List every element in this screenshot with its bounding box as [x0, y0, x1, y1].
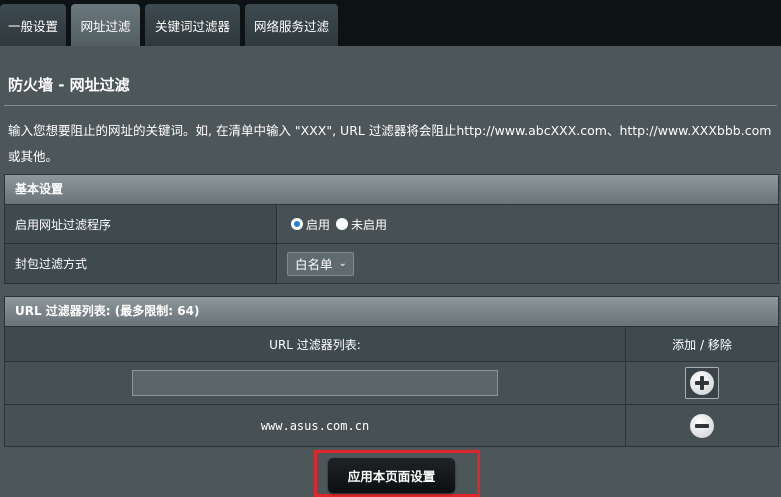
remove-url-button[interactable] — [690, 413, 714, 438]
url-entry-text: www.asus.com.cn — [260, 418, 370, 433]
tab-general[interactable]: 一般设置 — [0, 4, 66, 46]
chevron-down-icon: ⌄ — [338, 258, 347, 269]
radio-enable-label[interactable]: 启用 — [306, 216, 330, 233]
filter-mode-cell: 白名单 ⌄ — [276, 244, 778, 283]
url-filter-column-header: URL 过滤器列表: 添加 / 移除 — [5, 326, 778, 361]
add-cell — [625, 362, 778, 404]
column-add-remove: 添加 / 移除 — [625, 327, 778, 361]
url-input-row — [5, 361, 778, 404]
filter-mode-row: 封包过滤方式 白名单 ⌄ — [5, 243, 778, 283]
url-input[interactable] — [132, 370, 498, 396]
table-row: www.asus.com.cn — [5, 404, 778, 446]
tab-keyword-filter[interactable]: 关键词过滤器 — [145, 4, 240, 46]
tab-bar: 一般设置 网址过滤 关键词过滤器 网络服务过滤 — [0, 0, 781, 46]
minus-circle-icon — [695, 423, 709, 428]
tab-url-filter[interactable]: 网址过滤 — [71, 4, 140, 46]
filter-mode-select[interactable]: 白名单 ⌄ — [287, 251, 354, 276]
enable-url-filter-row: 启用网址过滤程序 启用 未启用 — [5, 204, 778, 243]
basic-settings-header: 基本设置 — [5, 175, 778, 204]
filter-mode-value: 白名单 — [295, 257, 333, 272]
radio-disable[interactable] — [336, 218, 349, 230]
tab-network-service-filter[interactable]: 网络服务过滤 — [245, 4, 338, 46]
filter-mode-label: 封包过滤方式 — [5, 244, 276, 283]
enable-url-filter-options: 启用 未启用 — [276, 205, 778, 243]
page-description: 输入您想要阻止的网址的关键词。如, 在清单中输入 "XXX", URL 过滤器将… — [8, 123, 772, 164]
enable-url-filter-label: 启用网址过滤程序 — [5, 205, 276, 243]
apply-settings-button[interactable]: 应用本页面设置 — [328, 458, 455, 493]
url-entry-cell: www.asus.com.cn — [5, 405, 625, 446]
plus-circle-icon — [690, 371, 714, 395]
url-filter-list-table: URL 过滤器列表: (最多限制: 64) URL 过滤器列表: 添加 / 移除… — [4, 296, 779, 447]
basic-settings-table: 基本设置 启用网址过滤程序 启用 未启用 封包过滤方式 白名单 ⌄ — [4, 174, 779, 284]
remove-cell — [625, 405, 778, 446]
radio-enable[interactable] — [291, 218, 303, 230]
radio-disable-label[interactable]: 未启用 — [351, 216, 387, 233]
add-url-button[interactable] — [685, 367, 719, 399]
url-filter-list-header: URL 过滤器列表: (最多限制: 64) — [5, 297, 778, 326]
url-input-cell — [5, 362, 625, 404]
title-divider — [4, 105, 777, 106]
column-url: URL 过滤器列表: — [269, 337, 361, 352]
page-title: 防火墙 - 网址过滤 — [8, 76, 130, 94]
main-panel: 防火墙 - 网址过滤 输入您想要阻止的网址的关键词。如, 在清单中输入 "XXX… — [0, 46, 781, 497]
